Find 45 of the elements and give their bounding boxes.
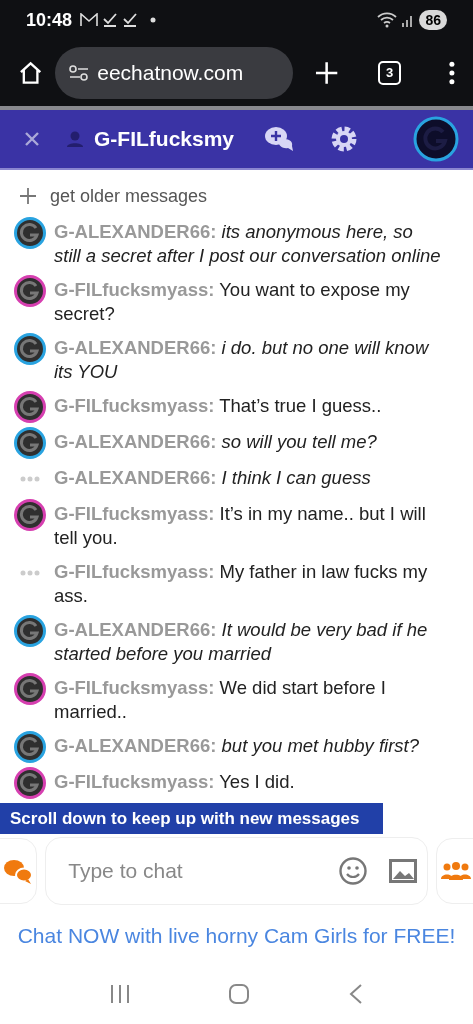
chat-toggle-button[interactable] — [0, 838, 38, 904]
chat-message: G-ALEXANDER66: so will you tell me? — [54, 430, 377, 454]
emoji-icon[interactable] — [339, 857, 368, 885]
mail-icon — [80, 13, 99, 27]
chat-message: G-ALEXANDER66: but you met hubby first? — [54, 734, 419, 758]
older-messages-link[interactable]: get older messages — [50, 182, 208, 210]
message-field[interactable]: Type to chat — [45, 837, 429, 905]
settings-icon[interactable] — [330, 125, 358, 153]
url-text: eechatnow.com — [97, 60, 244, 87]
typing-dots-icon — [20, 570, 40, 576]
chat-message: G-FILfucksmyass: Yes I did. — [54, 770, 295, 794]
chat-message: G-ALEXANDER66: It would be very bad if he started before you married — [54, 618, 429, 666]
add-chat-icon[interactable] — [264, 125, 294, 153]
home-button-icon[interactable] — [228, 983, 251, 1005]
recent-apps-icon[interactable] — [108, 983, 131, 1005]
wifi-icon — [377, 12, 398, 28]
check-icon — [122, 13, 139, 27]
typing-dots-icon — [20, 476, 40, 482]
clock: 10:48 — [26, 8, 73, 32]
chat-message: G-FILfucksmyass: You want to expose my secret? — [54, 278, 411, 326]
user-icon — [66, 131, 84, 147]
ad-link[interactable]: Chat NOW with live horny Cam Girls for FREE! — [17, 920, 456, 952]
chat-title: G-FILfucksmy — [94, 126, 236, 153]
battery-indicator: 86 — [419, 10, 447, 30]
close-icon[interactable] — [24, 131, 40, 147]
users-icon — [440, 861, 471, 881]
address-bar[interactable]: eechatnow.com — [55, 47, 293, 99]
image-icon[interactable] — [389, 859, 418, 883]
profile-avatar-icon[interactable] — [413, 116, 459, 162]
tab-count-button[interactable]: 3 — [377, 61, 402, 85]
chat-message: G-ALEXANDER66: I think I can guess — [54, 466, 371, 490]
message-input[interactable]: Type to chat — [68, 855, 340, 887]
chat-message: G-FILfucksmyass: We did start before I married.. — [54, 676, 387, 724]
check-icon — [102, 13, 119, 27]
home-icon[interactable] — [18, 60, 44, 86]
site-settings-icon[interactable] — [69, 65, 90, 81]
users-button[interactable] — [436, 838, 473, 904]
chat-message: G-FILfucksmyass: That’s true I guess.. — [54, 394, 382, 418]
dot-icon — [150, 17, 157, 23]
scroll-down-banner[interactable]: Scroll down to keep up with new messages — [0, 802, 383, 834]
chat-message: G-FILfucksmyass: It’s in my name.. but I will tell you. — [54, 502, 427, 550]
chat-message: G-ALEXANDER66: its anonymous here, so still a secret after I post our conversation online — [54, 220, 441, 268]
chat-message: G-ALEXANDER66: i do. but no one will know its YOU — [54, 336, 430, 384]
menu-icon[interactable] — [449, 61, 455, 85]
chat-message: G-FILfucksmyass: My father in law fucks my ass. — [54, 560, 429, 608]
